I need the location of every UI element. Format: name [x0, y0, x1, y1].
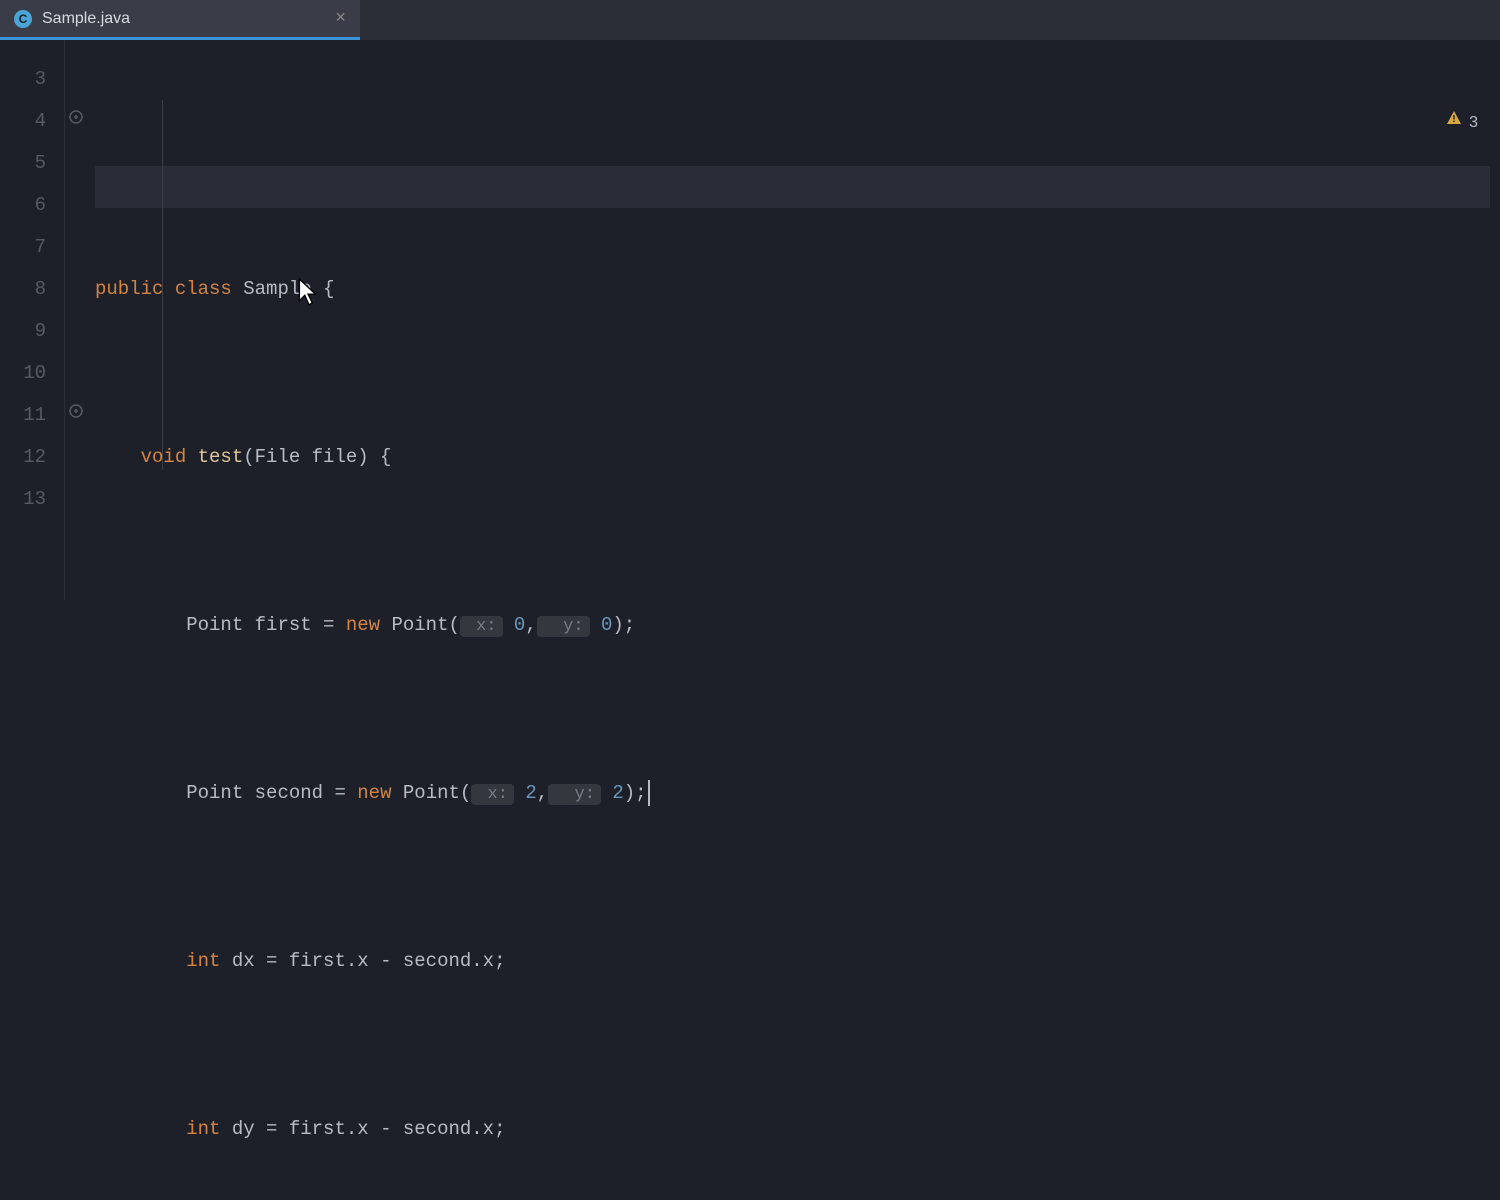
code-line[interactable]: Point first = new Point( x: 0, y: 0);	[95, 604, 1500, 646]
line-number: 10	[0, 352, 64, 394]
code-line[interactable]: public class Sample {	[95, 268, 1500, 310]
fold-toggle-icon[interactable]	[69, 100, 83, 142]
line-number: 7	[0, 226, 64, 268]
line-number: 9	[0, 310, 64, 352]
line-number: 5	[0, 142, 64, 184]
line-number-gutter: 3 4 5 6 7 8 9 10 11 12 13	[0, 40, 65, 600]
parameter-hint: x:	[460, 616, 503, 637]
warning-count: 3	[1469, 102, 1478, 144]
line-number: 8	[0, 268, 64, 310]
line-number: 3	[0, 58, 64, 100]
code-line[interactable]: void test(File file) {	[95, 436, 1500, 478]
line-number: 11	[0, 394, 64, 436]
editor-tab[interactable]: C Sample.java ×	[0, 0, 360, 40]
inspection-badge[interactable]: 3	[1410, 60, 1478, 186]
current-line-highlight	[95, 166, 1490, 208]
tab-filename: Sample.java	[42, 10, 325, 28]
close-icon[interactable]: ×	[335, 10, 346, 28]
line-number: 6	[0, 184, 64, 226]
editor[interactable]: 3 4 5 6 7 8 9 10 11 12 13 public class S…	[0, 40, 1500, 600]
text-caret	[648, 780, 650, 806]
file-type-icon: C	[14, 10, 32, 28]
parameter-hint: y:	[537, 616, 590, 637]
line-number: 13	[0, 478, 64, 520]
fold-toggle-icon[interactable]	[69, 394, 83, 436]
tab-bar: C Sample.java ×	[0, 0, 1500, 40]
fold-gutter	[65, 40, 95, 600]
warning-icon	[1410, 60, 1464, 186]
line-number: 4	[0, 100, 64, 142]
code-line[interactable]: Point second = new Point( x: 2, y: 2);	[95, 772, 1500, 814]
parameter-hint: x:	[471, 784, 514, 805]
parameter-hint: y:	[548, 784, 601, 805]
code-line[interactable]: int dy = first.x - second.x;	[95, 1108, 1500, 1150]
code-line[interactable]: int dx = first.x - second.x;	[95, 940, 1500, 982]
line-number: 12	[0, 436, 64, 478]
code-area[interactable]: public class Sample { void test(File fil…	[95, 40, 1500, 600]
